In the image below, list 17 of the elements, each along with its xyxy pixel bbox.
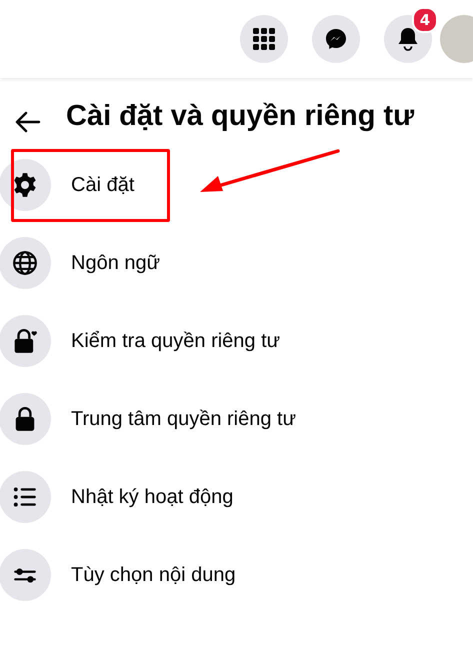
settings-icon [12, 172, 38, 198]
menu-item[interactable]: Tùy chọn nội dung [0, 544, 236, 606]
menu-item[interactable]: Cài đặt [0, 154, 134, 216]
panel-title: Cài đặt và quyền riêng tư [66, 99, 414, 134]
bell-icon [397, 27, 419, 51]
grid-icon [253, 28, 275, 50]
menu-item[interactable]: Ngôn ngữ [0, 232, 160, 294]
globe-icon [12, 250, 38, 276]
chat-bubble-icon [324, 27, 348, 51]
notification-count: 4 [412, 7, 438, 33]
menu-button[interactable] [240, 15, 288, 63]
messenger-button[interactable] [312, 15, 360, 63]
menu-item[interactable]: Nhật ký hoạt động [0, 466, 234, 528]
menu-item[interactable]: Trung tâm quyền riêng tư [0, 388, 296, 450]
back-arrow-icon [15, 111, 41, 133]
menu-item[interactable]: Kiểm tra quyền riêng tư [0, 310, 280, 372]
lock-heart-icon [12, 328, 38, 354]
